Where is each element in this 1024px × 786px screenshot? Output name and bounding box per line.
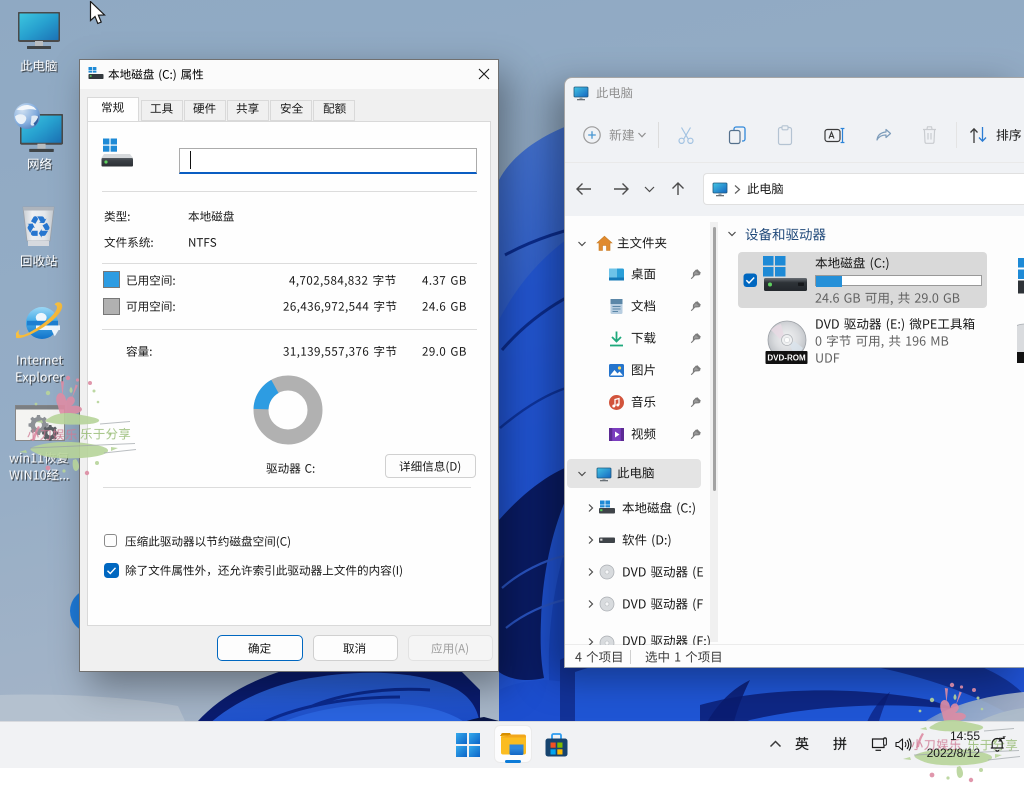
svg-text:DVD-ROM: DVD-ROM [767,354,806,363]
